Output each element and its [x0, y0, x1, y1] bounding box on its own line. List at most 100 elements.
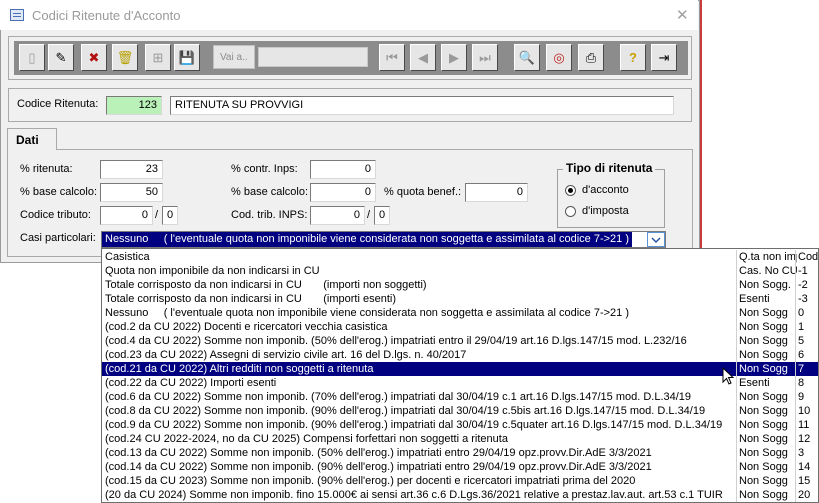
cancel-button[interactable]: ✖: [81, 44, 107, 71]
list-item[interactable]: (cod.2 da CU 2022) Docenti e ricercatori…: [102, 320, 818, 334]
list-item-casistica: (20 da CU 2024) Somme non imponib. fino …: [105, 489, 723, 501]
window-form-icon: [10, 9, 24, 21]
list-item[interactable]: Totale corrisposto da non indicarsi in C…: [102, 278, 818, 292]
radio-imposta[interactable]: [565, 206, 576, 217]
quota-benef-field[interactable]: 0: [465, 183, 528, 202]
help-icon: ?: [629, 50, 637, 65]
descrizione-field[interactable]: RITENUTA SU PROVVIGI: [170, 96, 674, 115]
tree-button[interactable]: ⊞: [145, 44, 171, 71]
first-record-button[interactable]: ⏮: [379, 44, 405, 71]
list-item-cod: 3: [795, 446, 819, 460]
list-header: Casistica Q.ta non imp Cod: [102, 250, 818, 264]
list-item[interactable]: (cod.24 CU 2022-2024, no da CU 2025) Com…: [102, 432, 818, 446]
ritenuta-label: % ritenuta:: [20, 163, 73, 175]
tab-dati[interactable]: Dati: [7, 128, 57, 150]
search-button[interactable]: 🔍: [514, 44, 540, 71]
list-item-casistica: (cod.22 da CU 2022) Importi esenti: [105, 377, 277, 389]
list-item-casistica: Quota non imponibile da non indicarsi in…: [105, 265, 320, 277]
list-item-quota: Non Sogg: [736, 432, 797, 446]
casistica-dropdown-list[interactable]: Casistica Q.ta non imp Cod Quota non imp…: [101, 248, 819, 503]
list-item-casistica: (cod.6 da CU 2022) Somme non imponib. (7…: [105, 391, 692, 403]
list-item-casistica: (cod.13 da CU 2022) Somme non imponib. (…: [105, 447, 652, 459]
list-item[interactable]: Quota non imponibile da non indicarsi in…: [102, 264, 818, 278]
radio-acconto-label[interactable]: d'acconto: [582, 184, 629, 196]
prev-record-button[interactable]: ◀: [410, 44, 436, 71]
list-item-casistica: Totale corrisposto da non indicarsi in C…: [105, 293, 397, 305]
list-item-casistica: (cod.23 da CU 2022) Assegni di servizio …: [105, 349, 467, 361]
close-icon[interactable]: ✕: [676, 6, 689, 24]
list-item[interactable]: (20 da CU 2024) Somme non imponib. fino …: [102, 488, 818, 502]
lifebuoy-icon: ◎: [553, 49, 565, 65]
radio-imposta-label[interactable]: d'imposta: [582, 205, 629, 217]
header-cod: Cod: [795, 250, 819, 264]
list-item-quota: Non Sogg.: [736, 278, 797, 292]
list-item-cod: 8: [795, 376, 819, 390]
new-record-button[interactable]: ▯: [19, 44, 45, 71]
list-item[interactable]: (cod.4 da CU 2022) Somme non imponib. (5…: [102, 334, 818, 348]
floppy-icon: 💾: [178, 49, 196, 65]
list-item-quota: Non Sogg: [736, 460, 797, 474]
list-item-casistica: (cod.8 da CU 2022) Somme non imponib. (9…: [105, 405, 706, 417]
codice-tributo-field[interactable]: 0: [100, 206, 153, 225]
delete-button[interactable]: 🗑: [112, 44, 138, 71]
list-item[interactable]: (cod.21 da CU 2022) Altri redditi non so…: [102, 362, 818, 376]
printer-icon: ⎙: [585, 49, 597, 65]
goto-input[interactable]: [258, 47, 368, 67]
edit-icon: ✎: [55, 49, 67, 65]
list-item-quota: Non Sogg: [736, 320, 797, 334]
cod-trib-inps-field-2[interactable]: 0: [374, 206, 390, 225]
codice-tributo-field-2[interactable]: 0: [162, 206, 178, 225]
list-item[interactable]: (cod.9 da CU 2022) Somme non imponib. (9…: [102, 418, 818, 432]
cod-trib-inps-label: Cod. trib. INPS:: [231, 209, 308, 221]
save-button[interactable]: 💾: [174, 44, 200, 71]
ritenuta-field[interactable]: 23: [100, 160, 163, 179]
list-item-quota: Non Sogg: [736, 362, 797, 376]
background-window-edge: [700, 0, 702, 263]
list-item-casistica: (cod.15 da CU 2023) Somme non imponib. (…: [105, 475, 636, 487]
edit-record-button[interactable]: ✎: [48, 44, 74, 71]
list-item[interactable]: (cod.23 da CU 2022) Assegni di servizio …: [102, 348, 818, 362]
search-icon: 🔍: [518, 49, 536, 65]
prev-icon: ◀: [418, 49, 428, 65]
list-item-cod: 7: [795, 362, 819, 376]
header-casistica: Casistica: [105, 251, 150, 263]
last-record-button[interactable]: ⏭: [472, 44, 498, 71]
list-item-quota: Non Sogg: [736, 404, 797, 418]
casi-particolari-selected[interactable]: Nessuno ( l'eventuale quota non imponibi…: [102, 232, 633, 247]
list-item-casistica: Nessuno ( l'eventuale quota non imponibi…: [105, 307, 630, 319]
list-item-cod: 14: [795, 460, 819, 474]
tipo-ritenuta-title: Tipo di ritenuta: [563, 161, 656, 175]
refresh-button[interactable]: ◎: [546, 44, 572, 71]
list-item-cod: -2: [795, 278, 819, 292]
list-item[interactable]: Nessuno ( l'eventuale quota non imponibi…: [102, 306, 818, 320]
base-calcolo-inps-field[interactable]: 0: [310, 183, 376, 202]
contr-inps-field[interactable]: 0: [310, 160, 376, 179]
list-item-cod: 15: [795, 474, 819, 488]
exit-button[interactable]: ⇥: [651, 44, 677, 71]
print-button[interactable]: ⎙: [578, 44, 604, 71]
list-item[interactable]: (cod.8 da CU 2022) Somme non imponib. (9…: [102, 404, 818, 418]
list-item-cod: 5: [795, 334, 819, 348]
list-item-quota: Non Sogg: [736, 488, 797, 502]
list-item[interactable]: (cod.6 da CU 2022) Somme non imponib. (7…: [102, 390, 818, 404]
chevron-down-icon[interactable]: [647, 232, 665, 247]
list-item-quota: Non Sogg: [736, 334, 797, 348]
list-item-cod: 12: [795, 432, 819, 446]
base-calcolo-label: % base calcolo:: [20, 186, 98, 198]
goto-button[interactable]: Vai a..: [213, 45, 255, 69]
base-calcolo-field[interactable]: 50: [100, 183, 163, 202]
help-button[interactable]: ?: [620, 44, 646, 71]
list-item-quota: Esenti: [736, 376, 797, 390]
list-item[interactable]: (cod.13 da CU 2022) Somme non imponib. (…: [102, 446, 818, 460]
list-item-cod: 6: [795, 348, 819, 362]
list-item[interactable]: Totale corrisposto da non indicarsi in C…: [102, 292, 818, 306]
first-icon: ⏮: [386, 49, 398, 65]
list-item[interactable]: (cod.22 da CU 2022) Importi esenti Esenti…: [102, 376, 818, 390]
list-item[interactable]: (cod.15 da CU 2023) Somme non imponib. (…: [102, 474, 818, 488]
cod-trib-inps-field[interactable]: 0: [310, 206, 365, 225]
list-item[interactable]: (cod.14 da CU 2022) Somme non imponib. (…: [102, 460, 818, 474]
tipo-ritenuta-group: [557, 169, 665, 228]
codice-ritenuta-field[interactable]: 123: [106, 96, 162, 115]
next-record-button[interactable]: ▶: [441, 44, 467, 71]
radio-acconto[interactable]: [565, 185, 576, 196]
